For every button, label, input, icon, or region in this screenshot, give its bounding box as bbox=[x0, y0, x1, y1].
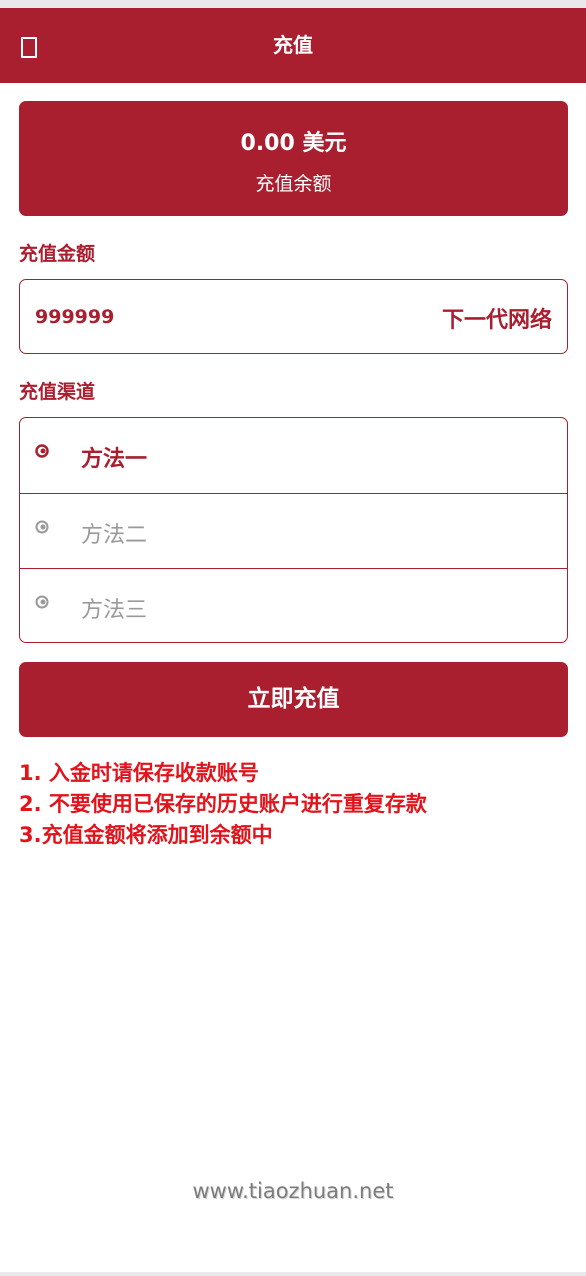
payment-method-label: 方法二 bbox=[81, 523, 148, 548]
payment-method-label: 方法三 bbox=[81, 598, 148, 623]
amount-network-label: 下一代网络 bbox=[441, 308, 552, 333]
balance-amount: 0.00 美元 bbox=[240, 131, 347, 156]
payment-method-option-1[interactable]: 方法一 bbox=[20, 418, 567, 492]
payment-method-list: 方法一 方法二 方法三 bbox=[19, 417, 568, 643]
app-header: 充值 bbox=[0, 8, 586, 83]
recharge-now-button[interactable]: 立即充值 bbox=[19, 662, 568, 737]
bottom-strip bbox=[0, 1272, 586, 1276]
status-strip bbox=[0, 0, 586, 8]
balance-card: 0.00 美元 充值余额 bbox=[19, 101, 568, 216]
radio-selected-icon bbox=[35, 444, 49, 458]
payment-method-option-3[interactable]: 方法三 bbox=[20, 568, 567, 643]
radio-unselected-icon bbox=[35, 595, 49, 609]
payment-method-label: 方法一 bbox=[81, 447, 148, 472]
notice-item: 3.充值金额将添加到余额中 bbox=[19, 823, 273, 847]
watermark: www.tiaozhuan.net bbox=[192, 1179, 394, 1203]
payment-method-option-2[interactable]: 方法二 bbox=[20, 493, 567, 568]
page-title: 充值 bbox=[273, 33, 313, 57]
amount-section-label: 充值金额 bbox=[19, 243, 96, 265]
radio-unselected-icon bbox=[35, 520, 49, 534]
balance-caption: 充值余额 bbox=[255, 173, 332, 195]
notice-item: 2. 不要使用已保存的历史账户进行重复存款 bbox=[19, 792, 427, 816]
notice-list: 1. 入金时请保存收款账号 2. 不要使用已保存的历史账户进行重复存款 3.充值… bbox=[19, 758, 579, 851]
amount-input[interactable] bbox=[35, 304, 395, 330]
channel-section-label: 充值渠道 bbox=[19, 381, 96, 403]
amount-field: 下一代网络 bbox=[19, 279, 568, 354]
notice-item: 1. 入金时请保存收款账号 bbox=[19, 761, 259, 785]
